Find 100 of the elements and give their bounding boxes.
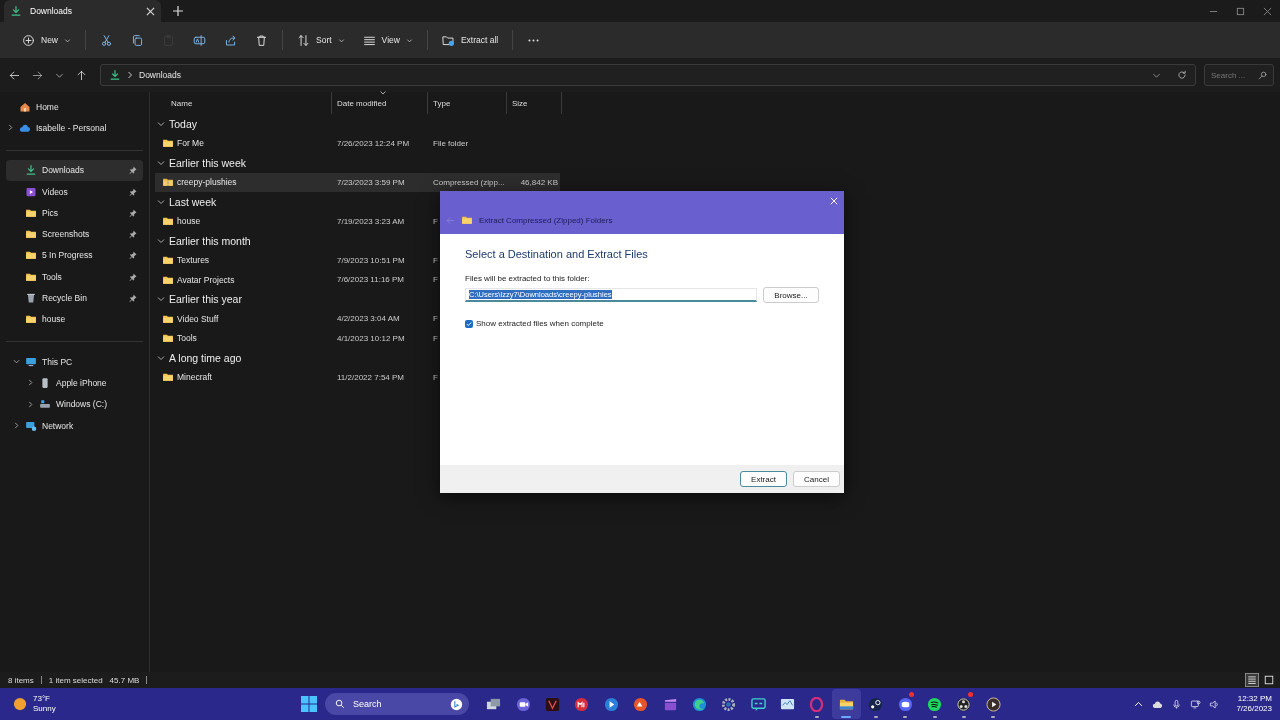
weather-condition: Sunny: [33, 704, 56, 714]
tile-icon[interactable]: [544, 696, 560, 712]
details-view-icon: [1247, 675, 1257, 685]
close-icon[interactable]: [1263, 6, 1272, 16]
new-tab-icon[interactable]: [173, 6, 183, 16]
sidebar-item[interactable]: house: [6, 308, 143, 330]
date-cell: 7/23/2023 3:59 PM: [337, 177, 405, 187]
up-arrow-icon: [76, 69, 87, 81]
breadcrumb-link[interactable]: Downloads: [139, 70, 182, 80]
play-icon[interactable]: [985, 696, 1001, 712]
sidebar-item[interactable]: Pics: [6, 202, 143, 224]
new-icon: [22, 33, 35, 47]
search-icon: [1258, 70, 1267, 80]
date-cell: 4/1/2023 10:12 PM: [337, 333, 405, 343]
chevron-right-icon[interactable]: [12, 422, 20, 429]
monitor-icon[interactable]: [780, 696, 796, 712]
ring-icon[interactable]: [809, 696, 825, 712]
column-header[interactable]: Date modified: [332, 92, 428, 114]
aperture-icon[interactable]: [956, 696, 972, 712]
chevron-right-icon[interactable]: [26, 400, 34, 408]
chevron-right-icon[interactable]: [6, 124, 14, 132]
caption-icon[interactable]: [750, 696, 766, 712]
dialog-button[interactable]: Extract: [740, 471, 787, 487]
sidebar-item[interactable]: Screenshots: [6, 223, 143, 245]
circle-icon[interactable]: [574, 696, 590, 712]
video-camera-icon[interactable]: [515, 696, 531, 712]
refresh-icon[interactable]: [1177, 70, 1187, 80]
folder-icon: [162, 137, 174, 150]
clapperboard-icon[interactable]: [662, 696, 678, 712]
new-button[interactable]: New: [14, 27, 79, 53]
date-cell: 7/6/2023 11:16 PM: [337, 275, 404, 285]
maximize-icon[interactable]: [1236, 6, 1245, 16]
globe-icon[interactable]: [691, 696, 707, 712]
group-header[interactable]: Today: [155, 114, 555, 134]
search-field[interactable]: Search: [325, 693, 469, 715]
column-header[interactable]: Name: [155, 92, 332, 114]
type-cell: F: [433, 333, 438, 343]
type-cell: F: [433, 372, 438, 382]
gear-icon[interactable]: [721, 696, 737, 712]
column-header[interactable]: Size: [507, 92, 562, 114]
view-button[interactable]: View: [354, 27, 421, 53]
sidebar-item[interactable]: Videos: [6, 180, 143, 203]
sidebar-item[interactable]: Home: [0, 96, 149, 118]
sun-icon[interactable]: [13, 697, 27, 711]
circle-icon[interactable]: [603, 696, 619, 712]
sidebar-item[interactable]: Tools: [6, 266, 143, 288]
group-header[interactable]: Earlier this month: [155, 231, 555, 251]
file-name: Minecraft: [177, 372, 212, 383]
sound-waves-icon[interactable]: [927, 696, 943, 712]
sidebar-item[interactable]: Apple iPhone: [6, 372, 143, 394]
file-name: Video Stuff: [177, 313, 219, 324]
extract-button[interactable]: Extract all: [433, 27, 507, 53]
checkbox[interactable]: [465, 319, 473, 328]
column-header[interactable]: Type: [428, 92, 507, 114]
recycle-bin-icon: [25, 292, 37, 304]
type-cell: Compressed (zipp...: [433, 177, 505, 187]
date-cell: 4/2/2023 3:04 AM: [337, 314, 400, 324]
group-header[interactable]: Last week: [155, 192, 555, 212]
details-view-button[interactable]: [1245, 673, 1259, 687]
checkbox-label: Show extracted files when complete: [476, 319, 604, 328]
file-row[interactable]: Tools 4/1/2023 10:12 PM F: [155, 328, 560, 348]
scissors-icon: [100, 33, 113, 47]
sidebar-item[interactable]: This PC: [6, 350, 143, 373]
phone-icon: [39, 376, 51, 389]
sidebar-item[interactable]: Downloads: [6, 159, 143, 181]
back-arrow-icon: [9, 69, 20, 81]
selection-info: 1 item selected: [48, 675, 103, 685]
sidebar-item[interactable]: Network: [6, 414, 143, 437]
file-row[interactable]: creepy-plushies 7/23/2023 3:59 PM Compressed (zipp... 46,842 KB: [155, 172, 560, 192]
sidebar-item[interactable]: 5 In Progress: [6, 244, 143, 267]
extract-folder-icon: [441, 33, 455, 47]
disc-icon[interactable]: [868, 696, 884, 712]
sidebar-item[interactable]: Recycle Bin: [6, 287, 143, 309]
sort-button[interactable]: Sort: [289, 27, 353, 53]
group-header[interactable]: Earlier this week: [155, 153, 555, 173]
chevron-right-icon[interactable]: [26, 379, 34, 387]
volume-icon[interactable]: [1209, 698, 1221, 710]
dialog-title: Extract Compressed (Zipped) Folders: [479, 215, 613, 225]
type-cell: F: [433, 314, 438, 324]
group-header[interactable]: A long time ago: [155, 348, 555, 368]
window-tab[interactable]: Downloads: [4, 0, 161, 22]
sidebar-item[interactable]: Windows (C:): [6, 393, 143, 415]
dialog-button[interactable]: Cancel: [793, 471, 840, 487]
address-bar[interactable]: Downloads: [100, 64, 1196, 86]
start-icon[interactable]: [301, 696, 317, 712]
home-icon: [19, 100, 31, 113]
browse-button[interactable]: Browse...: [763, 287, 819, 303]
file-row[interactable]: Minecraft 11/2/2022 7:54 PM F: [155, 367, 560, 387]
circle-icon[interactable]: [633, 696, 649, 712]
clock[interactable]: 12:32 PM 7/26/2023: [1236, 694, 1272, 714]
search-field[interactable]: Search ...: [1204, 64, 1274, 86]
network-icon[interactable]: [1190, 698, 1202, 710]
dialog-heading: Select a Destination and Extract Files: [465, 248, 649, 260]
chevron-down-icon[interactable]: [12, 358, 20, 366]
microphone-icon[interactable]: [1171, 698, 1183, 710]
tiles-view-button[interactable]: [1262, 673, 1276, 687]
tiles-view-icon: [1264, 675, 1274, 685]
sidebar-item[interactable]: Isabelle - Personal: [0, 117, 149, 139]
overlapping-windows-icon[interactable]: [486, 696, 502, 712]
file-row[interactable]: For Me 7/26/2023 12:24 PM File folder: [155, 133, 560, 153]
